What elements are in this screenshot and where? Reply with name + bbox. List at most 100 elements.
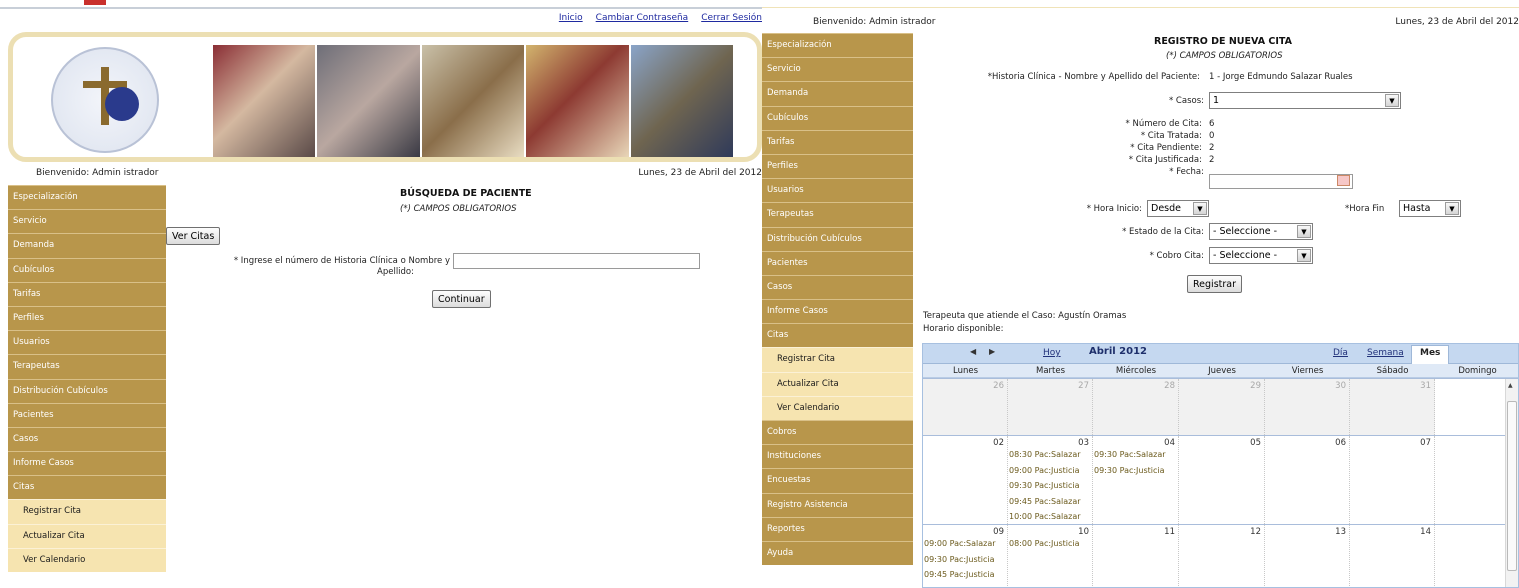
fecha-input[interactable]: [1209, 174, 1353, 189]
sidebar-item-usuarios[interactable]: Usuarios: [8, 330, 166, 355]
sidebar-item-informe-casos[interactable]: Informe Casos: [8, 451, 166, 476]
registrar-button[interactable]: Registrar: [1187, 275, 1242, 293]
cita-tratada-value: 0: [1209, 131, 1215, 141]
calendar-event[interactable]: 09:30 Pac:Justicia: [1094, 466, 1165, 475]
calendar-event[interactable]: 09:30 Pac:Justicia: [1009, 481, 1080, 490]
estado-cita-select[interactable]: - Seleccione - ▼: [1209, 223, 1313, 240]
sidebar-item-casos[interactable]: Casos: [8, 426, 166, 452]
calendar-day-cell[interactable]: 13: [1265, 525, 1350, 587]
calendar-day-cell[interactable]: 06: [1265, 436, 1350, 524]
sidebar-item-terapeutas[interactable]: Terapeutas: [8, 354, 166, 379]
hora-fin-select[interactable]: Hasta ▼: [1399, 200, 1461, 217]
sidebar-item-tarifas[interactable]: Tarifas: [8, 281, 166, 306]
calendar-event[interactable]: 09:00 Pac:Salazar: [924, 539, 996, 548]
sidebar-item-usuarios[interactable]: Usuarios: [762, 178, 913, 203]
tab-semana[interactable]: Semana: [1367, 348, 1404, 358]
prev-month-icon[interactable]: ◀: [970, 347, 976, 356]
calendar-day-cell[interactable]: 28: [1093, 379, 1179, 435]
sidebar-item-tarifas[interactable]: Tarifas: [762, 129, 913, 154]
sidebar-item-servicio[interactable]: Servicio: [8, 209, 166, 234]
calendar-day-cell[interactable]: 27: [1008, 379, 1093, 435]
calendar-day-cell[interactable]: 14: [1350, 525, 1435, 587]
sidebar-item-encuestas[interactable]: Encuestas: [762, 468, 913, 493]
sidebar-subitem-registrar-cita[interactable]: Registrar Cita: [762, 347, 913, 372]
calendar-day-cell[interactable]: 12: [1179, 525, 1265, 587]
sidebar-item-especializacion[interactable]: Especialización: [762, 33, 913, 58]
calendar-event[interactable]: 08:00 Pac:Justicia: [1009, 539, 1080, 548]
university-seal-icon: [51, 47, 159, 153]
day-number: 07: [1420, 438, 1431, 448]
sidebar-menu: Especialización Servicio Demanda Cubículos T…: [762, 33, 913, 566]
ver-citas-button[interactable]: Ver Citas: [166, 227, 221, 245]
calendar-day-cell[interactable]: 26: [923, 379, 1008, 435]
tab-dia[interactable]: Día: [1333, 348, 1348, 358]
sidebar-subitem-actualizar-cita[interactable]: Actualizar Cita: [8, 523, 166, 548]
cambiar-contrasena-link[interactable]: Cambiar Contraseña: [596, 13, 689, 23]
sidebar-item-terapeutas[interactable]: Terapeutas: [762, 202, 913, 227]
header-banner: [8, 32, 762, 162]
scroll-up-icon[interactable]: ▲: [1508, 382, 1513, 389]
calendar-scrollbar[interactable]: ▲: [1505, 379, 1518, 587]
tab-mes[interactable]: Mes: [1411, 345, 1450, 364]
calendar-day-cell[interactable]: 07: [1350, 436, 1435, 524]
calendar-event[interactable]: 10:00 Pac:Salazar: [1009, 512, 1081, 521]
continuar-button[interactable]: Continuar: [432, 290, 491, 308]
sidebar-subitem-registrar-cita[interactable]: Registrar Cita: [8, 499, 166, 524]
sidebar-item-especializacion[interactable]: Especialización: [8, 185, 166, 210]
cobro-cita-select[interactable]: - Seleccione - ▼: [1209, 247, 1313, 264]
calendar-icon[interactable]: [1337, 175, 1350, 186]
calendar-day-cell[interactable]: 31: [1350, 379, 1435, 435]
sidebar-item-citas[interactable]: Citas: [8, 475, 166, 500]
hora-inicio-select[interactable]: Desde ▼: [1147, 200, 1209, 217]
calendar-day-cell[interactable]: 30: [1265, 379, 1350, 435]
calendar-day-cell[interactable]: 29: [1179, 379, 1265, 435]
sidebar-item-citas[interactable]: Citas: [762, 323, 913, 348]
sidebar-item-informe-casos[interactable]: Informe Casos: [762, 299, 913, 324]
sidebar-item-demanda[interactable]: Demanda: [8, 233, 166, 258]
calendar-day-cell[interactable]: 04 09:30 Pac:Salazar 09:30 Pac:Justicia: [1093, 436, 1179, 524]
sidebar-item-pacientes[interactable]: Pacientes: [762, 250, 913, 275]
hora-inicio-label: * Hora Inicio:: [1086, 204, 1142, 214]
sidebar-item-instituciones[interactable]: Instituciones: [762, 444, 913, 469]
sidebar-item-distribucion-cubiculos[interactable]: Distribución Cubículos: [762, 226, 913, 251]
calendar-day-cell[interactable]: 05: [1179, 436, 1265, 524]
sidebar-item-registro-asistencia[interactable]: Registro Asistencia: [762, 492, 913, 517]
scroll-thumb[interactable]: [1507, 401, 1517, 571]
calendar-event[interactable]: 08:30 Pac:Salazar: [1009, 450, 1081, 459]
calendar-day-cell[interactable]: 09 09:00 Pac:Salazar 09:30 Pac:Justicia 09:…: [923, 525, 1008, 587]
chevron-down-icon: ▼: [1193, 202, 1207, 215]
sidebar-item-perfiles[interactable]: Perfiles: [762, 153, 913, 179]
calendar-event[interactable]: 09:30 Pac:Justicia: [924, 555, 995, 564]
sidebar-item-cubiculos[interactable]: Cubículos: [8, 257, 166, 282]
banner-photo: [421, 45, 525, 157]
sidebar-item-distribucion-cubiculos[interactable]: Distribución Cubículos: [8, 378, 166, 403]
calendar-event[interactable]: 09:45 Pac:Salazar: [1009, 497, 1081, 506]
sidebar-item-cubiculos[interactable]: Cubículos: [762, 105, 913, 130]
sidebar-item-servicio[interactable]: Servicio: [762, 57, 913, 82]
sidebar-subitem-actualizar-cita[interactable]: Actualizar Cita: [762, 371, 913, 396]
calendar-day-cell[interactable]: 11: [1093, 525, 1179, 587]
sidebar-item-reportes[interactable]: Reportes: [762, 516, 913, 541]
sidebar-item-casos[interactable]: Casos: [762, 274, 913, 300]
calendar-day-cell[interactable]: 03 08:30 Pac:Salazar 09:00 Pac:Justicia 09:…: [1008, 436, 1093, 524]
cerrar-sesion-link[interactable]: Cerrar Sesión: [701, 13, 762, 23]
sidebar-item-ayuda[interactable]: Ayuda: [762, 540, 913, 566]
today-link[interactable]: Hoy: [1043, 348, 1061, 358]
patient-search-input[interactable]: [453, 253, 700, 269]
sidebar-item-pacientes[interactable]: Pacientes: [8, 402, 166, 427]
calendar-week-row: 09 09:00 Pac:Salazar 09:30 Pac:Justicia 09:…: [923, 524, 1518, 587]
sidebar-subitem-ver-calendario[interactable]: Ver Calendario: [762, 395, 913, 420]
sidebar-item-cobros[interactable]: Cobros: [762, 420, 913, 445]
calendar-event[interactable]: 09:30 Pac:Salazar: [1094, 450, 1166, 459]
calendar-event[interactable]: 09:45 Pac:Justicia: [924, 570, 995, 579]
calendar-day-cell[interactable]: 02: [923, 436, 1008, 524]
sidebar-item-demanda[interactable]: Demanda: [762, 81, 913, 106]
calendar-event[interactable]: 09:00 Pac:Justicia: [1009, 466, 1080, 475]
search-label-line2: Apellido:: [377, 267, 414, 277]
inicio-link[interactable]: Inicio: [559, 13, 583, 23]
next-month-icon[interactable]: ▶: [989, 347, 995, 356]
calendar-day-cell[interactable]: 10 08:00 Pac:Justicia: [1008, 525, 1093, 587]
sidebar-subitem-ver-calendario[interactable]: Ver Calendario: [8, 547, 166, 572]
casos-select[interactable]: 1 ▼: [1209, 92, 1401, 109]
sidebar-item-perfiles[interactable]: Perfiles: [8, 305, 166, 331]
